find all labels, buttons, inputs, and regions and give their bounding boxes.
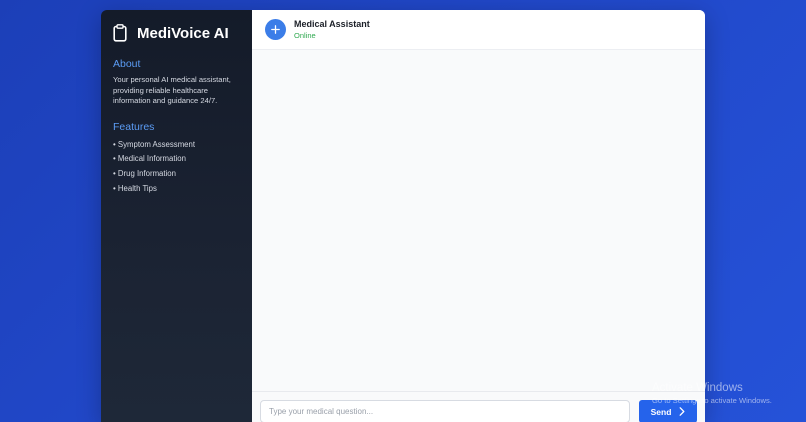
brand: MediVoice AI [113, 22, 240, 44]
features-heading: Features [113, 120, 155, 133]
plus-icon [271, 25, 280, 34]
feature-item-symptom-assessment: • Symptom Assessment [113, 139, 196, 149]
feature-item-health-tips: • Health Tips [113, 183, 157, 193]
brand-title: MediVoice AI [137, 24, 229, 42]
features-list: • Symptom Assessment • Medical Informati… [113, 138, 240, 197]
about-text: Your personal AI medical assistant, prov… [113, 75, 231, 105]
sidebar: MediVoice AI About Your personal AI medi… [101, 10, 252, 422]
chat-panel: Medical Assistant Online Send [252, 10, 705, 422]
send-button[interactable]: Send [639, 400, 697, 422]
send-label: Send [650, 406, 672, 417]
assistant-info: Medical Assistant Online [294, 18, 370, 41]
clipboard-icon [113, 24, 129, 42]
app-window: MediVoice AI About Your personal AI medi… [101, 10, 705, 422]
chat-header: Medical Assistant Online [252, 10, 705, 50]
messages-area[interactable] [252, 50, 705, 391]
assistant-name: Medical Assistant [294, 19, 370, 29]
chevron-right-icon [679, 407, 685, 416]
about-heading: About [113, 58, 141, 70]
assistant-avatar [265, 19, 286, 40]
input-bar: Send [252, 391, 705, 422]
status-indicator: Online [294, 31, 316, 40]
feature-item-medical-information: • Medical Information [113, 154, 186, 164]
feature-item-drug-information: • Drug Information [113, 168, 176, 178]
message-input[interactable] [260, 400, 630, 422]
